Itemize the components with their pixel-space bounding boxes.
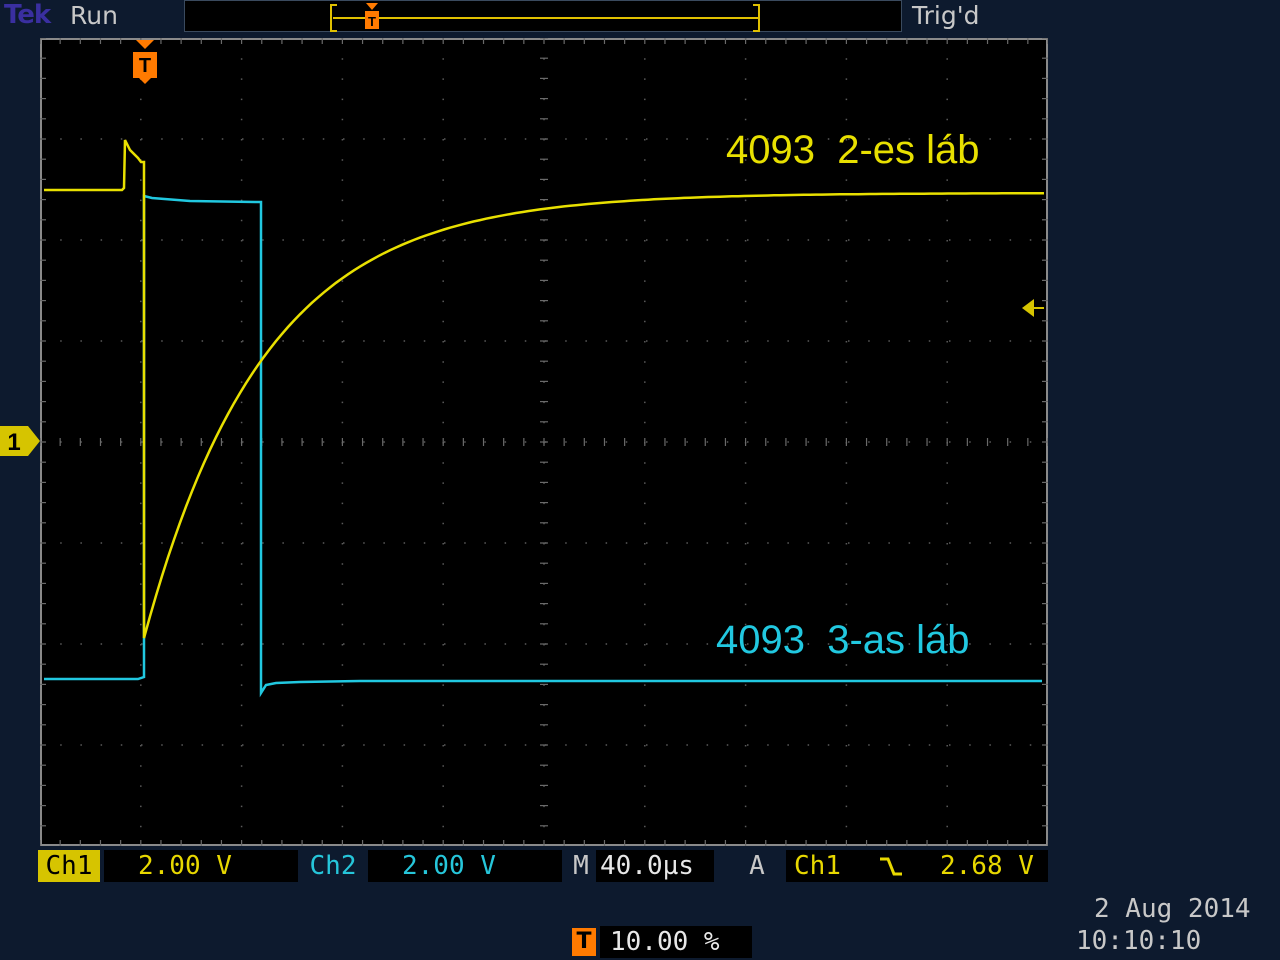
record-view-bar: T bbox=[184, 0, 902, 32]
ch2-tag[interactable]: Ch2 bbox=[302, 850, 364, 882]
date: 2 Aug 2014 bbox=[1094, 894, 1251, 924]
trigger-position-marker[interactable]: T bbox=[130, 40, 160, 84]
acquisition-state: Run bbox=[70, 1, 118, 30]
ch1-scale: 2.00 V bbox=[104, 850, 298, 882]
trigger-tag: A bbox=[742, 850, 772, 882]
record-window-indicator: T bbox=[330, 3, 760, 32]
svg-text:T: T bbox=[368, 14, 376, 29]
ch2-annotation: 4093 3-as láb bbox=[716, 618, 970, 662]
ch1-tag[interactable]: Ch1 bbox=[38, 850, 100, 882]
trigger-marker-label: T bbox=[139, 55, 151, 77]
trigger-position-value: 10.00 % bbox=[600, 926, 752, 958]
trigger-state: Trig'd bbox=[912, 1, 980, 30]
time: 10:10:10 bbox=[1076, 926, 1202, 956]
brand-logo: Tek bbox=[4, 0, 51, 30]
timebase-value: 40.0µs bbox=[596, 850, 714, 882]
timebase-tag: M bbox=[566, 850, 596, 882]
trigger-level: 2.68 V bbox=[940, 851, 1034, 881]
record-trigger-icon: T bbox=[365, 3, 379, 29]
ch1-marker-label: 1 bbox=[7, 429, 20, 456]
falling-edge-icon bbox=[876, 850, 906, 882]
trigger-position-icon: T bbox=[572, 928, 596, 956]
ch1-ground-marker[interactable]: 1 bbox=[0, 424, 42, 458]
ch2-scale: 2.00 V bbox=[368, 850, 562, 882]
ch1-annotation: 4093 2-es láb bbox=[726, 128, 980, 172]
trigger-level-marker[interactable] bbox=[1020, 296, 1046, 320]
